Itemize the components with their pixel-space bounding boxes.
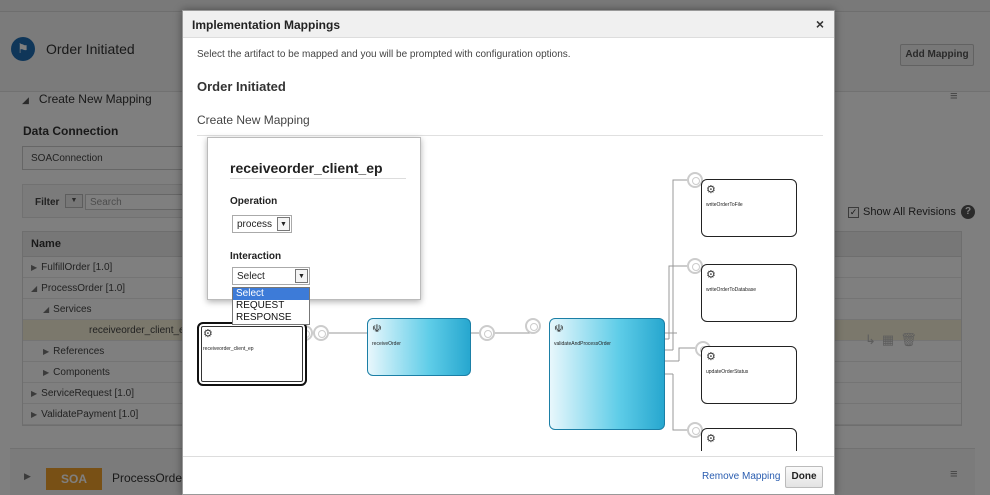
dropdown-option-select[interactable]: Select: [233, 288, 309, 300]
operation-value: process: [237, 219, 273, 230]
operation-label: Operation: [230, 196, 278, 207]
node-write-order-to-database[interactable]: ⚙ writeOrderToDatabase: [701, 264, 797, 322]
dialog-heading: Order Initiated: [197, 79, 286, 94]
node-write-order-to-file[interactable]: ⚙ writeOrderToFile: [701, 179, 797, 237]
operation-select[interactable]: process ▼: [232, 215, 292, 233]
web-service-icon: ⚙: [203, 328, 213, 340]
dialog-subheading: Create New Mapping: [197, 113, 310, 127]
node-label: writeOrderToDatabase: [706, 287, 757, 293]
interaction-dropdown-list: Select REQUEST RESPONSE: [232, 287, 310, 325]
popup-title: receiveorder_client_ep: [230, 160, 383, 176]
adapter-icon: ⚙: [706, 433, 716, 445]
reference-port[interactable]: [479, 325, 495, 341]
service-port[interactable]: [313, 325, 329, 341]
adapter-icon: ⚙: [706, 184, 716, 196]
bpel-process-icon: ☫: [554, 323, 564, 335]
adapter-icon: ⚙: [706, 269, 716, 281]
interaction-select[interactable]: Select ▼: [232, 267, 310, 285]
divider: [230, 178, 406, 179]
configuration-popup: receiveorder_client_ep Operation process…: [207, 137, 421, 325]
close-icon[interactable]: ×: [816, 16, 824, 32]
chevron-down-icon[interactable]: ▼: [295, 269, 308, 283]
dropdown-option-response[interactable]: RESPONSE: [233, 312, 309, 324]
node-label: receiveorder_client_ep: [203, 346, 254, 352]
node-validate-payment-service[interactable]: ⚙ validatePaymentService: [701, 428, 797, 451]
bpel-process-icon: ☫: [372, 323, 382, 335]
node-receive-order[interactable]: ☫ receiveOrder: [367, 318, 471, 376]
node-label: updateOrderStatus: [706, 369, 749, 375]
interaction-value: Select: [237, 271, 265, 282]
remove-mapping-link[interactable]: Remove Mapping: [702, 471, 780, 482]
chevron-down-icon[interactable]: ▼: [277, 217, 290, 231]
service-port[interactable]: [525, 318, 541, 334]
dialog-title: Implementation Mappings: [192, 18, 341, 32]
node-label: receiveOrder: [372, 341, 401, 347]
node-validate-and-process-order[interactable]: ☫ validateAndProcessOrder: [549, 318, 665, 430]
implementation-mappings-dialog: Implementation Mappings × Select the art…: [182, 10, 835, 495]
done-button[interactable]: Done: [785, 466, 823, 488]
interaction-label: Interaction: [230, 251, 282, 262]
dialog-instruction: Select the artifact to be mapped and you…: [197, 49, 571, 60]
adapter-icon: ⚙: [706, 351, 716, 363]
node-label: writeOrderToFile: [706, 202, 743, 208]
node-update-order-status[interactable]: ⚙ updateOrderStatus: [701, 346, 797, 404]
node-label: validateAndProcessOrder: [554, 341, 611, 347]
node-receiveorder-client-ep[interactable]: ⚙ receiveorder_client_ep: [197, 322, 307, 386]
dropdown-option-request[interactable]: REQUEST: [233, 300, 309, 312]
